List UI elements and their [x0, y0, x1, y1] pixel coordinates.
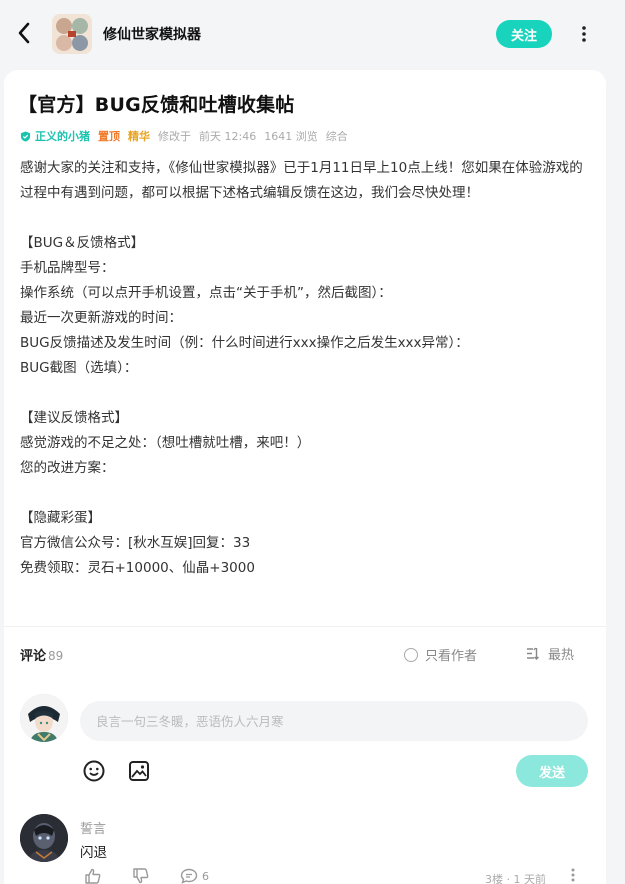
post-meta: 正义的小猪 置顶 精华 修改于 前天 12:46 1641 浏览 综合 [20, 128, 348, 144]
comments-label: 评论 [20, 649, 47, 664]
essence-tag: 精华 [128, 130, 150, 143]
commenter-name[interactable]: 誓言 [80, 818, 106, 837]
content-line: 感谢大家的关注和支持，《修仙世家模拟器》已于1月11日早上10点上线！您如果在体… [20, 160, 583, 201]
more-vertical-icon[interactable] [574, 22, 594, 46]
like-button[interactable] [84, 868, 106, 884]
post-category[interactable]: 综合 [326, 128, 348, 144]
content-line: 免费领取：灵石+10000、仙晶+3000 [20, 560, 255, 576]
sort-label: 最热 [548, 648, 575, 663]
dislike-button[interactable] [132, 868, 154, 884]
author-only-toggle[interactable]: 只看作者 [404, 645, 477, 664]
game-icon[interactable] [52, 14, 92, 54]
post-content: 感谢大家的关注和支持，《修仙世家模拟器》已于1月11日早上10点上线！您如果在体… [20, 156, 594, 581]
content-line [20, 381, 594, 406]
comment-text: 闪退 [80, 845, 107, 861]
content-line: 【隐藏彩蛋】 [20, 510, 101, 526]
content-line: BUG截图（选填）： [20, 360, 138, 376]
modified-label: 修改于 [158, 130, 191, 143]
sort-icon [527, 647, 539, 660]
comment-more-icon[interactable] [566, 868, 580, 884]
post-author[interactable]: 正义的小猪 [35, 128, 90, 144]
view-count: 1641 浏览 [264, 130, 318, 143]
content-line: 操作系统（可以点开手机设置，点击“关于手机”，然后截图）： [20, 285, 392, 301]
content-line: 【建议反馈格式】 [20, 410, 128, 426]
section-divider [4, 626, 606, 627]
content-line: 最近一次更新游戏的时间： [20, 310, 182, 326]
content-line [20, 481, 594, 506]
author-only-label: 只看作者 [425, 649, 478, 664]
content-line: 您的改进方案： [20, 460, 115, 476]
comments-count: 89 [48, 649, 64, 663]
content-line: 感觉游戏的不足之处：（想吐槽就吐槽，来吧！） [20, 435, 311, 451]
reply-button[interactable]: 6 [180, 868, 209, 884]
post-title: 【官方】BUG反馈和吐槽收集帖 [18, 94, 295, 116]
content-line [20, 206, 594, 231]
comments-header: 评论 89 [20, 645, 63, 664]
comment-floor-time: 3楼 · 1 天前 [485, 873, 546, 884]
image-icon[interactable] [127, 759, 151, 783]
follow-button[interactable]: 关注 [496, 20, 552, 48]
reply-count: 6 [202, 869, 209, 883]
sort-button[interactable]: 最热 [525, 644, 574, 663]
modified-time: 前天 12:46 [199, 130, 257, 143]
comment-actions: 6 [84, 868, 235, 884]
pinned-tag: 置顶 [98, 130, 120, 143]
thumbs-up-icon [85, 868, 101, 884]
commenter-avatar[interactable] [20, 814, 68, 862]
thumbs-down-icon [133, 868, 149, 884]
game-name[interactable]: 修仙世家模拟器 [103, 24, 201, 44]
back-arrow-icon[interactable] [12, 20, 36, 46]
comment-input[interactable] [80, 701, 588, 741]
radio-icon [404, 647, 418, 662]
emoji-icon[interactable] [82, 759, 106, 783]
send-button[interactable]: 发送 [516, 755, 588, 787]
top-bar: 修仙世家模拟器 关注 [0, 0, 625, 68]
my-avatar[interactable] [20, 694, 68, 742]
content-line: BUG反馈描述及发生时间（例：什么时间进行xxx操作之后发生xxx异常）： [20, 335, 469, 351]
content-line: 【BUG＆反馈格式】 [20, 235, 145, 251]
verified-badge-icon [20, 130, 31, 142]
content-line: 手机品牌型号： [20, 260, 115, 276]
content-line: 官方微信公众号：[秋水互娱]回复：33 [20, 535, 251, 551]
comment-bubble-icon [180, 868, 198, 884]
